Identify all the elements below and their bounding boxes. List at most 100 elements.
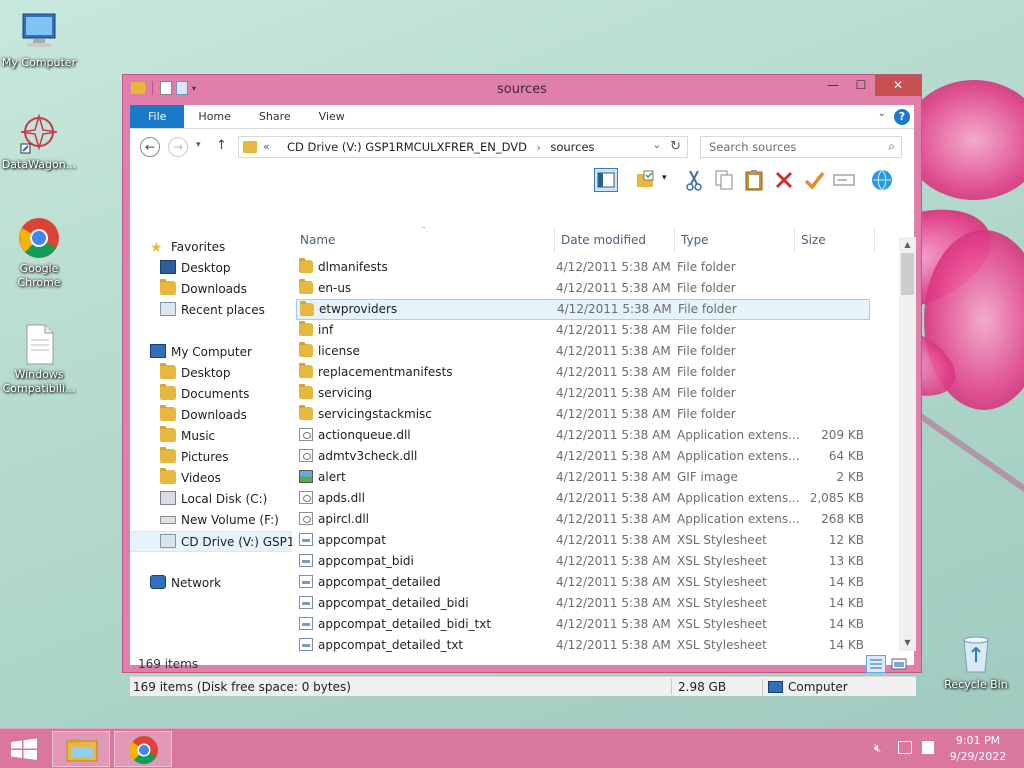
scroll-up-icon[interactable]: ▲ (899, 237, 916, 253)
scroll-down-icon[interactable]: ▼ (899, 635, 916, 651)
file-type: Application extens... (677, 428, 800, 442)
nav-cd-drive-v[interactable]: CD Drive (V:) GSP1RI (130, 531, 292, 552)
breadcrumb-sources[interactable]: sources (550, 140, 594, 154)
file-row[interactable]: alert 4/12/2011 5:38 AM GIF image 2 KB (296, 467, 870, 488)
delete-icon[interactable] (772, 168, 796, 192)
checkmark-icon[interactable] (802, 168, 826, 192)
column-size[interactable]: Size (801, 233, 826, 247)
tab-share[interactable]: Share (245, 105, 305, 128)
item-count: 169 items (138, 657, 199, 671)
downloads-folder-icon (160, 405, 176, 421)
desktop-icon-label: My Computer (1, 56, 77, 69)
recent-locations-icon[interactable]: ▾ (196, 140, 201, 150)
file-row[interactable]: apircl.dll 4/12/2011 5:38 AM Application e… (296, 509, 870, 530)
search-box[interactable]: Search sources ⌕ (700, 136, 902, 158)
nav-local-disk-c[interactable]: Local Disk (C:) (160, 489, 292, 510)
address-bar[interactable]: « CD Drive (V:) GSP1RMCULXFRER_EN_DVD › … (238, 136, 688, 158)
action-center-icon[interactable] (922, 741, 934, 754)
column-date-modified[interactable]: Date modified (561, 233, 646, 247)
desktop-icon-recycle-bin[interactable]: Recycle Bin (938, 632, 1014, 692)
cut-icon[interactable] (682, 168, 706, 192)
nav-videos[interactable]: Videos (160, 468, 292, 489)
desktop-icon-my-computer[interactable]: My Computer (0, 10, 78, 70)
maximize-button[interactable]: ☐ (847, 75, 875, 96)
address-dropdown-icon[interactable]: ⌄ (653, 140, 661, 151)
folder-icon (299, 342, 313, 357)
column-type[interactable]: Type (681, 233, 709, 247)
desktop-icon-windows-compatibility[interactable]: Windows Compatibili... (0, 322, 78, 396)
file-row[interactable]: en-us 4/12/2011 5:38 AM File folder (296, 278, 870, 299)
system-clock[interactable]: 9:01 PM 9/29/2022 (938, 733, 1018, 765)
file-row[interactable]: appcompat 4/12/2011 5:38 AM XSL Stylesheet… (296, 530, 870, 551)
help-icon[interactable]: ? (894, 109, 910, 125)
file-row[interactable]: etwproviders 4/12/2011 5:38 AM File folder (296, 299, 870, 320)
nav-network[interactable]: Network (150, 573, 292, 594)
taskbar-file-explorer[interactable] (52, 731, 110, 767)
tab-file[interactable]: File (130, 105, 185, 128)
file-row[interactable]: servicing 4/12/2011 5:38 AM File folder (296, 383, 870, 404)
nav-computer-desktop[interactable]: Desktop (160, 363, 292, 384)
minimize-button[interactable]: — (819, 75, 847, 96)
nav-my-computer[interactable]: My Computer (150, 342, 292, 363)
vertical-scrollbar[interactable]: ▲ ▼ (899, 237, 916, 651)
file-row[interactable]: appcompat_detailed_bidi_txt 4/12/2011 5:3… (296, 614, 870, 635)
close-button[interactable]: ✕ (875, 75, 921, 96)
network-globe-icon[interactable] (870, 168, 894, 192)
file-row[interactable]: appcompat_bidi 4/12/2011 5:38 AM XSL Style… (296, 551, 870, 572)
view-dropdown-icon[interactable]: ▾ (662, 173, 667, 183)
nav-music[interactable]: Music (160, 426, 292, 447)
tab-view[interactable]: View (305, 105, 359, 128)
nav-recent-places[interactable]: Recent places (160, 300, 292, 321)
preview-pane-button[interactable] (594, 168, 618, 192)
volume-muted-icon[interactable]: 🔇︎ (874, 741, 882, 756)
nav-favorites-downloads[interactable]: Downloads (160, 279, 292, 300)
copy-icon[interactable] (712, 168, 736, 192)
rename-icon[interactable] (832, 168, 856, 192)
breadcrumb-cd-drive[interactable]: CD Drive (V:) GSP1RMCULXFRER_EN_DVD (287, 140, 527, 154)
file-type: Application extens... (677, 491, 800, 505)
expand-ribbon-icon[interactable]: ⌄ (878, 108, 886, 119)
nav-pictures[interactable]: Pictures (160, 447, 292, 468)
file-name: apircl.dll (318, 512, 370, 526)
tab-home[interactable]: Home (184, 105, 244, 128)
taskbar-chrome[interactable] (114, 731, 172, 767)
column-name[interactable]: Name (300, 233, 335, 247)
network-tray-icon[interactable] (898, 741, 912, 754)
star-icon: ★ (150, 240, 163, 256)
file-row[interactable]: license 4/12/2011 5:38 AM File folder (296, 341, 870, 362)
refresh-icon[interactable]: ↻ (670, 139, 681, 154)
search-input[interactable]: Search sources (709, 140, 796, 154)
details-view-button[interactable] (866, 655, 886, 673)
back-button[interactable]: ← (140, 137, 160, 157)
nav-new-volume-f[interactable]: New Volume (F:) (160, 510, 292, 531)
file-row[interactable]: servicingstackmisc 4/12/2011 5:38 AM File … (296, 404, 870, 425)
file-row[interactable]: replacementmanifests 4/12/2011 5:38 AM Fil… (296, 362, 870, 383)
file-row[interactable]: appcompat_detailed_txt 4/12/2011 5:38 AM X… (296, 635, 870, 655)
file-row[interactable]: dlmanifests 4/12/2011 5:38 AM File folder (296, 257, 870, 278)
start-button[interactable] (0, 731, 48, 767)
file-row[interactable]: inf 4/12/2011 5:38 AM File folder (296, 320, 870, 341)
large-icons-view-button[interactable] (890, 656, 908, 672)
desktop-icon-datawagon[interactable]: DataWagon... (0, 112, 78, 172)
title-bar[interactable]: ▾ sources — ☐ ✕ (123, 75, 921, 105)
nav-label: Desktop (181, 366, 231, 380)
change-view-icon[interactable] (634, 168, 658, 192)
file-name: appcompat_detailed (318, 575, 441, 589)
nav-favorites[interactable]: ★ Favorites (150, 237, 292, 258)
file-row[interactable]: appcompat_detailed_bidi 4/12/2011 5:38 AM… (296, 593, 870, 614)
file-row[interactable]: admtv3check.dll 4/12/2011 5:38 AM Applicat… (296, 446, 870, 467)
desktop-icon-google-chrome[interactable]: Google Chrome (0, 216, 78, 290)
computer-icon (17, 10, 61, 54)
file-row[interactable]: apds.dll 4/12/2011 5:38 AM Application ext… (296, 488, 870, 509)
paste-icon[interactable] (742, 168, 766, 192)
nav-favorites-desktop[interactable]: Desktop (160, 258, 292, 279)
breadcrumb-separator-icon[interactable]: › (537, 143, 541, 154)
forward-button[interactable]: → (168, 137, 188, 157)
file-name: admtv3check.dll (318, 449, 418, 463)
nav-computer-downloads[interactable]: Downloads (160, 405, 292, 426)
file-row[interactable]: actionqueue.dll 4/12/2011 5:38 AM Applicat… (296, 425, 870, 446)
scrollbar-thumb[interactable] (901, 253, 914, 295)
file-row[interactable]: appcompat_detailed 4/12/2011 5:38 AM XSL S… (296, 572, 870, 593)
nav-documents[interactable]: Documents (160, 384, 292, 405)
up-arrow-icon[interactable]: ↑ (216, 138, 227, 153)
